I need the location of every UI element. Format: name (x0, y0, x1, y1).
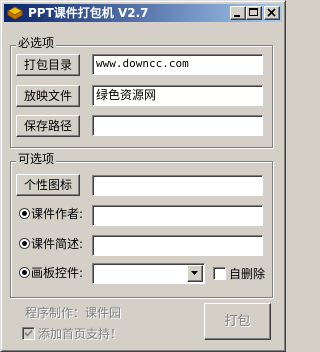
custom-icon-field[interactable] (92, 175, 263, 196)
close-button[interactable] (264, 6, 280, 20)
pack-directory-field[interactable]: www.downcc.com (92, 54, 263, 75)
radio-indicator (19, 238, 30, 249)
credit-text: 程序制作：课件园 (25, 306, 122, 320)
minimize-icon (234, 15, 240, 17)
board-radio[interactable]: 画板控件: (19, 264, 83, 282)
intro-radio[interactable]: 课件简述: (19, 235, 83, 253)
player-file-field[interactable]: 绿色资源网 (92, 85, 263, 106)
player-file-button[interactable]: 放映文件 (16, 85, 80, 107)
author-radio[interactable]: 课件作者: (19, 205, 83, 223)
maximize-icon (249, 8, 258, 16)
dropdown-button[interactable] (187, 265, 203, 282)
save-path-field[interactable] (92, 115, 263, 136)
app-icon (6, 6, 24, 20)
custom-icon-button[interactable]: 个性图标 (16, 174, 80, 196)
app-window: PPT课件打包机 V2.7 必选项 打包目录 www.downcc.com 放映… (0, 0, 286, 352)
add-homepage-checkbox[interactable] (22, 327, 35, 340)
board-control-select[interactable] (92, 263, 205, 284)
author-label: 课件作者: (31, 207, 84, 221)
maximize-button[interactable] (246, 6, 262, 20)
pack-button[interactable]: 打包 (204, 303, 271, 340)
close-icon (267, 8, 276, 17)
optional-group-label: 可选项 (16, 152, 57, 166)
add-homepage-label: 添加首页支持！ (38, 327, 123, 341)
chevron-down-icon (191, 271, 198, 275)
check-icon (24, 329, 33, 337)
minimize-button[interactable] (230, 6, 246, 20)
save-path-button[interactable]: 保存路径 (16, 115, 80, 137)
pack-directory-button[interactable]: 打包目录 (16, 54, 80, 76)
board-label: 画板控件: (31, 266, 84, 280)
window-title: PPT课件打包机 V2.7 (28, 6, 149, 20)
auto-delete-label: 自删除 (229, 267, 266, 281)
radio-indicator (19, 208, 30, 219)
auto-delete-checkbox[interactable] (213, 267, 226, 280)
author-field[interactable] (92, 205, 263, 226)
intro-field[interactable] (92, 235, 263, 256)
radio-indicator (19, 267, 30, 278)
intro-label: 课件简述: (31, 237, 84, 251)
title-bar[interactable]: PPT课件打包机 V2.7 (4, 4, 282, 22)
required-group-label: 必选项 (16, 36, 57, 50)
